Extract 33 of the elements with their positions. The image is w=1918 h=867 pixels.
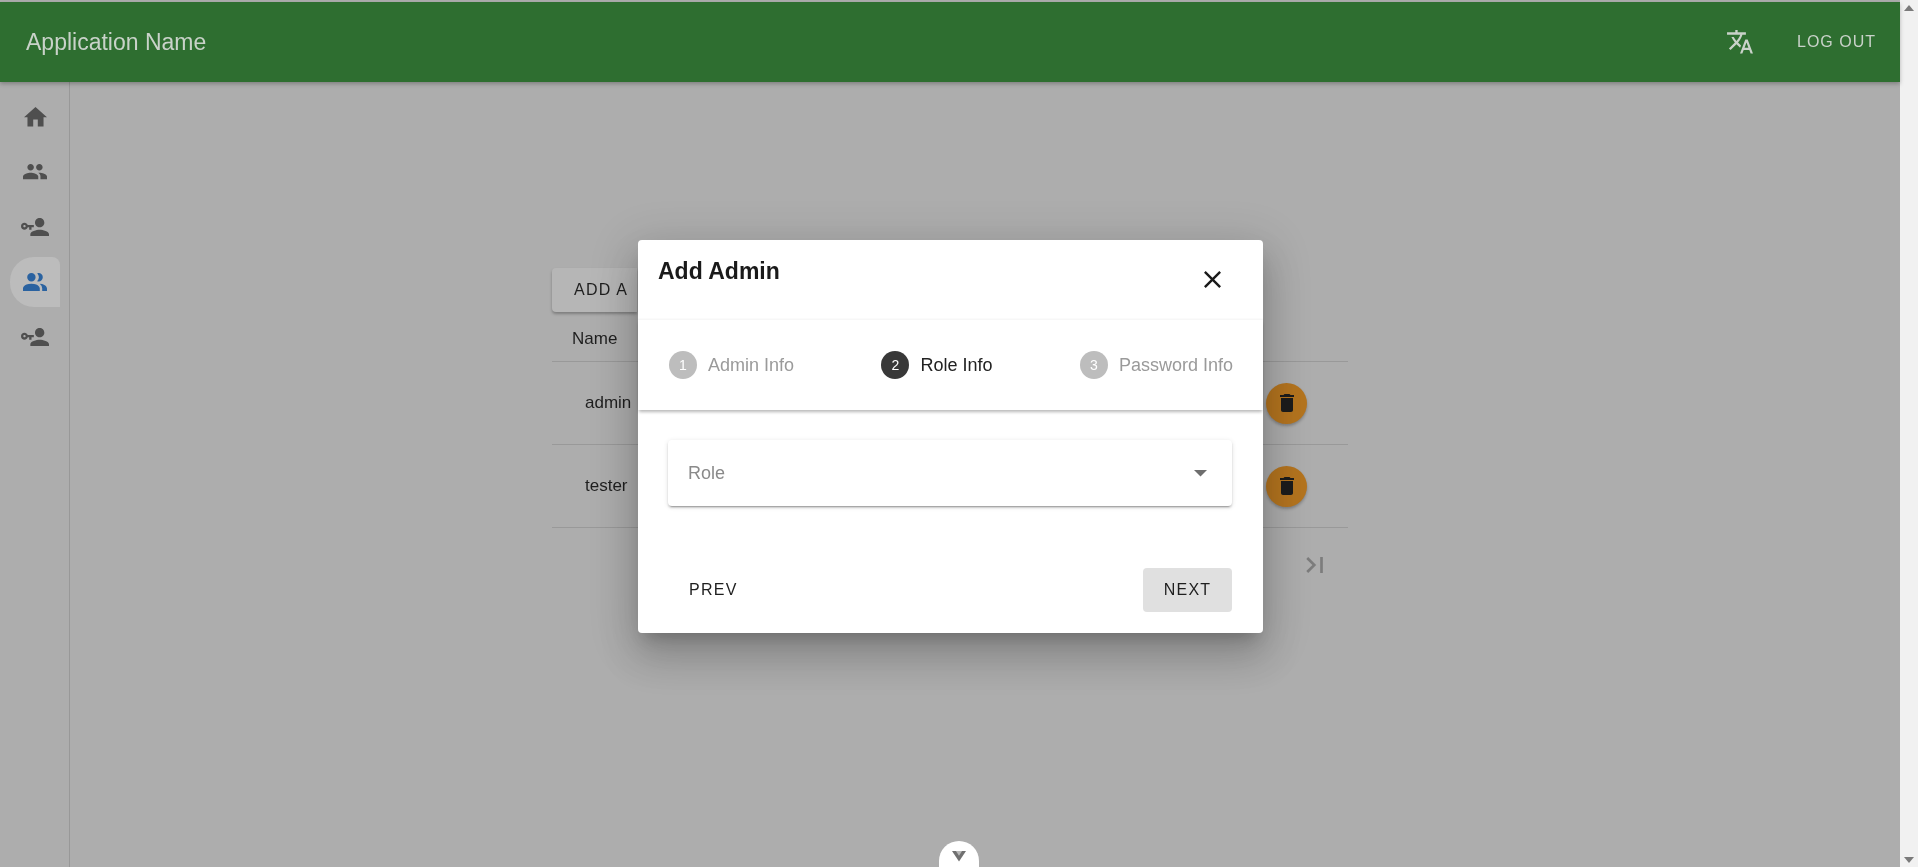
trash-icon <box>1279 477 1294 495</box>
down-arrow-icon[interactable] <box>1904 857 1914 863</box>
delete-button[interactable] <box>1266 382 1307 424</box>
home-icon <box>23 107 47 127</box>
people-icon <box>23 273 47 291</box>
step-number: 2 <box>881 351 910 379</box>
scrollbar[interactable] <box>1900 0 1918 867</box>
floating-button[interactable] <box>939 841 979 867</box>
add-button[interactable]: ADD A <box>552 268 637 312</box>
prev-button[interactable]: PREV <box>673 568 754 612</box>
key-person-icon <box>21 327 49 347</box>
people-icon <box>23 164 47 180</box>
delete-button[interactable] <box>1266 465 1307 507</box>
nav-item[interactable] <box>10 257 60 307</box>
step-number: 1 <box>669 351 697 379</box>
next-button[interactable]: NEXT <box>1143 568 1232 612</box>
trash-icon <box>1279 394 1294 412</box>
role-select[interactable]: Role <box>668 440 1232 506</box>
translate-icon[interactable] <box>1727 30 1753 54</box>
logout-button[interactable]: LOG OUT <box>1797 27 1876 57</box>
up-arrow-icon[interactable] <box>1904 5 1914 11</box>
stepper-step[interactable]: 2 Role Info <box>881 351 993 379</box>
caret-icon[interactable] <box>1194 470 1207 477</box>
chevron-bar-icon[interactable] <box>1306 557 1323 573</box>
app-title: Application Name <box>26 28 207 57</box>
table-cell-text: admin <box>584 393 632 413</box>
step-number: 3 <box>1079 351 1108 379</box>
column-header: Name <box>572 328 618 349</box>
close-icon[interactable] <box>1204 271 1221 288</box>
dialog-title: Add Admin <box>658 257 780 286</box>
key-person-icon <box>21 217 49 237</box>
triangle-icon <box>952 851 966 862</box>
table-cell-text: tester <box>584 476 628 496</box>
